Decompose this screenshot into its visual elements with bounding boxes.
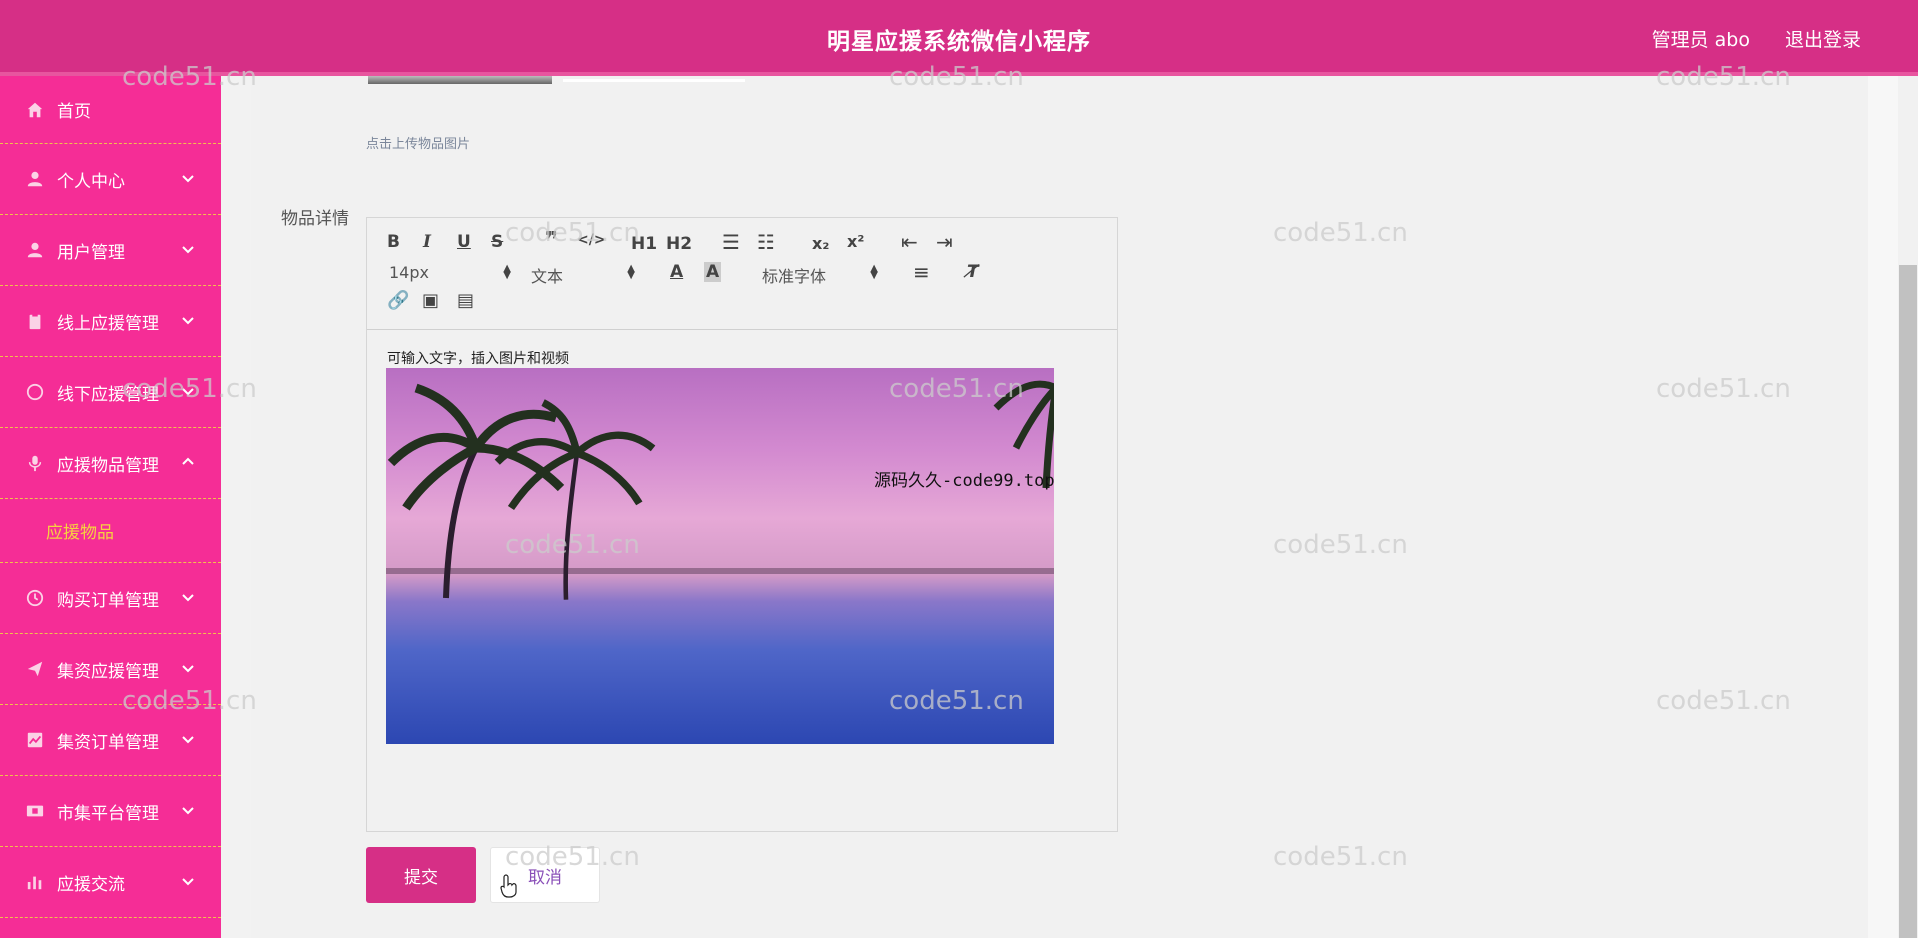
heading2-icon[interactable]: H2 [666, 234, 692, 254]
sidebar-item-label: 首页 [57, 102, 91, 122]
logout-link[interactable]: 退出登录 [1785, 25, 1861, 52]
sidebar-item-label: 集资订单管理 [57, 732, 159, 753]
font-size-select[interactable]: 14px ▲ ▼ [389, 263, 511, 282]
superscript-icon[interactable]: x² [847, 232, 864, 251]
overlay-source-text: 源码久久-code99.top [874, 471, 1055, 491]
sidebar-item-label: 集资应援管理 [57, 661, 159, 682]
font-color-icon[interactable]: A [670, 262, 683, 282]
sidebar-subitem-support-goods[interactable]: 应援物品 [0, 499, 221, 563]
chevron-up-icon [181, 454, 195, 468]
sidebar-item-offline-support[interactable]: 线下应援管理 [0, 357, 221, 428]
chevron-down-icon [181, 873, 195, 887]
sidebar-item-support-goods[interactable]: 应援物品管理 [0, 428, 221, 499]
compass-icon [25, 382, 45, 402]
sidebar-item-support-exchange[interactable]: 应援交流 [0, 847, 221, 918]
sidebar-item-purchase-orders[interactable]: 购买订单管理 [0, 563, 221, 634]
unordered-list-icon[interactable]: ☷ [757, 230, 775, 254]
sidebar-item-user-management[interactable]: 用户管理 [0, 215, 221, 286]
background-color-icon[interactable]: A [704, 262, 722, 282]
select-arrow-icon: ▲ ▼ [870, 263, 878, 281]
chevron-down-icon [181, 660, 195, 674]
sidebar-item-fundraising-orders[interactable]: 集资订单管理 [0, 705, 221, 776]
detail-field-label: 物品详情 [281, 209, 349, 229]
inserted-beach-image [386, 368, 1054, 744]
select-arrow-icon: ▲ ▼ [627, 263, 635, 281]
send-icon [25, 659, 45, 679]
sidebar-item-fundraising-support[interactable]: 集资应援管理 [0, 634, 221, 705]
link-icon[interactable]: 🔗 [387, 290, 409, 311]
bold-icon[interactable]: B [387, 232, 400, 252]
sidebar-item-label: 个人中心 [57, 171, 125, 192]
code-icon[interactable]: </> [577, 232, 606, 248]
ordered-list-icon[interactable]: ☰ [722, 230, 740, 254]
scrollbar-thumb[interactable] [1899, 265, 1917, 938]
underline-icon[interactable]: U [457, 232, 471, 252]
clipboard-icon [25, 311, 45, 331]
sidebar-item-label: 线下应援管理 [57, 384, 159, 405]
block-type-value: 文本 [531, 267, 564, 286]
sidebar-item-label: 应援物品管理 [57, 455, 159, 476]
sidebar: 首页 个人中心 用户管理 线上应援管理 线下应援管理 应援物品管理 应援物品 购… [0, 76, 221, 938]
italic-icon[interactable]: I [423, 232, 431, 252]
submit-button[interactable]: 提交 [366, 847, 476, 903]
bar-chart-icon [25, 872, 45, 892]
sidebar-item-personal-center[interactable]: 个人中心 [0, 144, 221, 215]
video-icon[interactable]: ▤ [457, 290, 474, 311]
home-icon [25, 100, 45, 120]
select-arrow-icon: ▲ ▼ [503, 263, 511, 281]
sidebar-item-label: 应援交流 [57, 874, 125, 895]
microphone-icon [25, 453, 45, 473]
rich-text-editor[interactable]: B I U S ❞ </> H1 H2 ☰ ☷ x₂ x² ⇤ ⇥ 14px ▲… [366, 217, 1118, 832]
sidebar-item-online-support[interactable]: 线上应援管理 [0, 286, 221, 357]
sidebar-item-label: 购买订单管理 [57, 590, 159, 611]
uploaded-image-preview[interactable] [368, 76, 552, 84]
right-gutter [1868, 76, 1898, 938]
chart-icon [25, 730, 45, 750]
font-size-value: 14px [389, 263, 429, 282]
chevron-down-icon [181, 802, 195, 816]
editor-content-area[interactable]: 可输入文字，插入图片和视频 [367, 330, 1117, 831]
sidebar-item-market-platform[interactable]: 市集平台管理 [0, 776, 221, 847]
outdent-icon[interactable]: ⇤ [901, 230, 918, 254]
user-icon [25, 240, 45, 260]
chevron-down-icon [181, 241, 195, 255]
strikethrough-icon[interactable]: S [491, 232, 503, 252]
align-icon[interactable]: ≡ [913, 260, 930, 284]
chevron-down-icon [181, 170, 195, 184]
chevron-down-icon [181, 383, 195, 397]
sidebar-item-label: 市集平台管理 [57, 803, 159, 824]
chevron-down-icon [181, 731, 195, 745]
film-icon [25, 801, 45, 821]
upload-divider [563, 79, 745, 82]
hand-cursor-icon [500, 874, 517, 898]
subscript-icon[interactable]: x₂ [812, 234, 829, 253]
block-type-select[interactable]: 文本 ▲ ▼ [531, 263, 635, 287]
sidebar-item-label: 线上应援管理 [57, 313, 159, 334]
font-family-value: 标准字体 [762, 267, 827, 286]
editor-placeholder-text: 可输入文字，插入图片和视频 [387, 351, 569, 367]
sidebar-item-home[interactable]: 首页 [0, 76, 221, 144]
clear-format-icon[interactable]: T̸ [967, 262, 979, 282]
chevron-down-icon [181, 589, 195, 603]
upload-hint[interactable]: 点击上传物品图片 [366, 133, 470, 152]
palm-tree-center [494, 399, 656, 600]
image-icon[interactable]: ▣ [422, 290, 439, 311]
quote-icon[interactable]: ❞ [545, 228, 558, 253]
top-header: 明星应援系统微信小程序 管理员 abo 退出登录 [0, 0, 1918, 76]
user-icon [25, 169, 45, 189]
sidebar-item-label: 用户管理 [57, 242, 125, 263]
indent-icon[interactable]: ⇥ [936, 230, 953, 254]
editor-toolbar: B I U S ❞ </> H1 H2 ☰ ☷ x₂ x² ⇤ ⇥ 14px ▲… [367, 218, 1117, 330]
heading1-icon[interactable]: H1 [631, 234, 657, 254]
chevron-down-icon [181, 312, 195, 326]
clock-icon [25, 588, 45, 608]
admin-user-label: 管理员 abo [1651, 29, 1750, 51]
font-family-select[interactable]: 标准字体 ▲ ▼ [762, 263, 878, 287]
app-title: 明星应援系统微信小程序 [827, 29, 1091, 55]
